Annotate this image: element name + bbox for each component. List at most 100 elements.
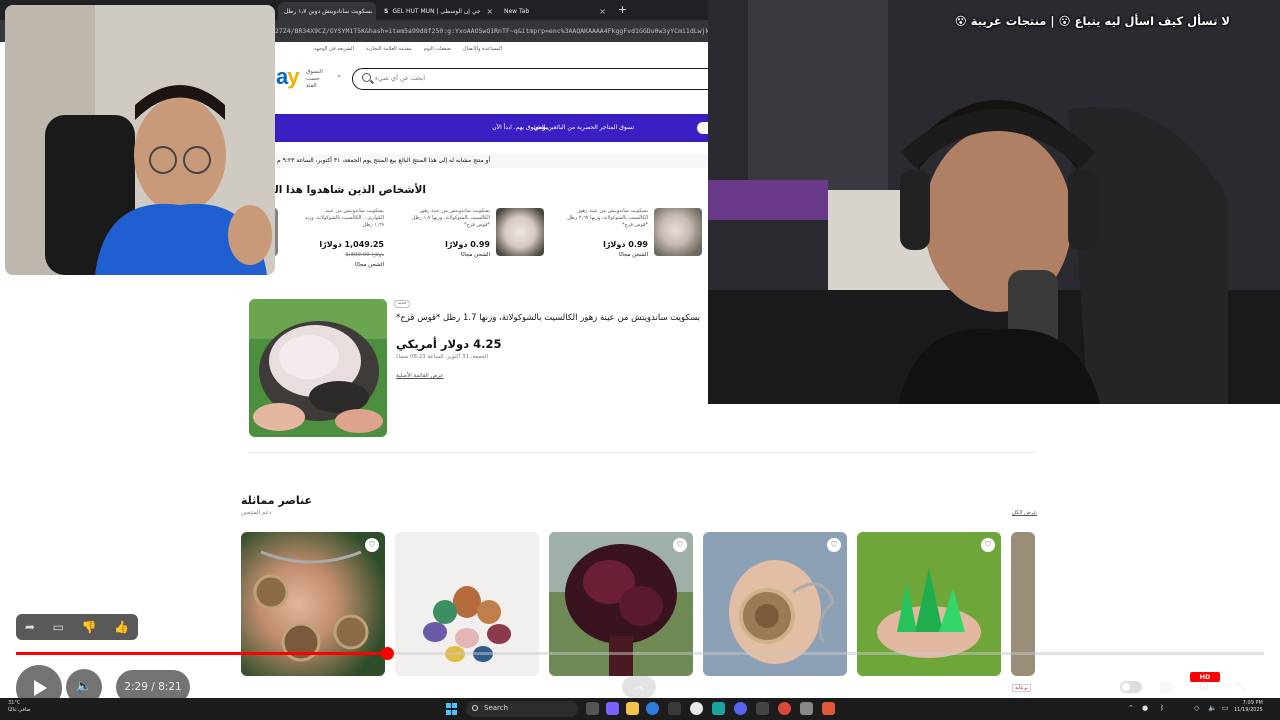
heart-icon[interactable]: ♡ — [981, 538, 995, 552]
search-placeholder: ابحث عن أي شيء — [375, 74, 426, 82]
sponsored-label: برعاية — [1012, 684, 1031, 692]
app-icon[interactable] — [712, 702, 725, 715]
weather-widget[interactable]: 31°C صافي غالبًا — [8, 700, 31, 714]
video-title-overlay: لا تسأل كيف اسأل ليه يتباع 😮 | منتجات غر… — [954, 14, 1230, 28]
scrubber-handle[interactable] — [381, 647, 394, 660]
streamer-right-video — [708, 0, 1280, 404]
weather-temp: 31°C — [8, 700, 21, 706]
tab-label: New Tab — [504, 7, 530, 15]
webcam-left — [5, 5, 275, 275]
rec-title: بسكويت ساندويتش من عينة الكوارتز... الكا… — [304, 208, 384, 228]
see-all-link[interactable]: عرض الكل — [1012, 510, 1037, 516]
screen: بسكويت سانادويتش دوبن ١٫٧ رطل × S GEL HU… — [0, 0, 1280, 720]
search-input[interactable]: ابحث عن أي شيء — [352, 68, 722, 90]
battery-icon[interactable]: ▭ — [1222, 704, 1229, 712]
rec-old-price: 1,399.00 دولارًا — [345, 252, 384, 258]
rec-price: 0.99 دولارًا — [603, 240, 648, 249]
streamer-left-video — [5, 5, 275, 275]
recommendation-card[interactable]: بسكويت ساندويتش من عينة زهور الكالسيت با… — [398, 208, 548, 272]
tab-new-tab[interactable]: New Tab × — [498, 2, 612, 20]
bluetooth-icon[interactable]: ᛒ — [1160, 704, 1164, 712]
heart-icon[interactable]: ♡ — [827, 538, 841, 552]
store-icon[interactable] — [668, 702, 681, 715]
edge-icon[interactable] — [646, 702, 659, 715]
new-tab-button[interactable]: + — [618, 3, 627, 16]
task-view-icon[interactable] — [586, 702, 599, 715]
logo-letter: y — [287, 64, 299, 89]
item-title[interactable]: بسكويت ساندويتش من عينة زهور الكالسيت با… — [396, 313, 700, 323]
file-explorer-icon[interactable] — [626, 702, 639, 715]
tray-app-icon[interactable]: ● — [1142, 704, 1148, 712]
weather-desc: صافي غالبًا — [8, 707, 31, 713]
brave-icon[interactable] — [822, 702, 835, 715]
rec-title: بسكويت ساندويتش من عينة زهور الكالسيت با… — [567, 208, 648, 228]
copilot-icon[interactable] — [606, 702, 619, 715]
fullscreen-icon[interactable]: ⤡ — [1236, 680, 1246, 695]
tab-ebay-item[interactable]: بسكويت سانادويتش دوبن ١٫٧ رطل × — [278, 2, 376, 20]
rec-shipping: الشحن مجانًا — [461, 252, 490, 258]
close-icon[interactable]: × — [599, 7, 606, 16]
crystal-photo — [249, 299, 387, 437]
close-icon[interactable]: × — [487, 7, 494, 16]
category-label: التسوق حسب الفئة — [306, 69, 323, 89]
comment-icon[interactable]: ▭ — [53, 620, 64, 634]
network-icon[interactable]: ◇ — [1194, 704, 1199, 712]
settings-gear-icon[interactable]: ⚙ — [1198, 680, 1210, 695]
promo-text: تسوق المتاجر الحصرية من البائعين الموثوق… — [492, 124, 634, 131]
rec-title: بسكويت ساندويتش من عينة زهور الكالسيت با… — [411, 208, 490, 228]
item-end-date: الجمعة، 31 أكتوبر، الساعة 08:23 مساءً — [396, 354, 489, 360]
dislike-icon[interactable]: 👎 — [82, 620, 97, 634]
heart-icon[interactable]: ♡ — [673, 538, 687, 552]
share-icon[interactable]: ➦ — [25, 620, 35, 634]
progress-fill — [16, 652, 387, 655]
chevron-down-icon: ⌄ — [336, 71, 342, 79]
taskbar-clock[interactable]: 7:09 PM 11/19/2025 — [1234, 700, 1263, 714]
recommendation-card[interactable]: بسكويت ساندويتش من عينة زهور الكالسيت با… — [556, 208, 706, 272]
tab-label: GEL HUT MUN | جي إن الوسطى — [392, 7, 481, 15]
ebay-logo[interactable]: ay — [276, 64, 300, 90]
url-text[interactable]: 27Z4/BR34X9CZ/GYSYM1T5K&hash=item5a99d8f… — [275, 24, 712, 38]
similar-items-subtitle: دعم المنتجين — [241, 510, 272, 516]
view-original-listing-link[interactable]: عرض القائمة الأصلية — [396, 373, 444, 379]
speaker-icon[interactable]: 🔈 — [1208, 704, 1217, 712]
nav-link[interactable]: صفقات اليوم — [424, 46, 451, 58]
windows-start-icon[interactable] — [446, 703, 458, 715]
discord-icon[interactable] — [734, 702, 747, 715]
rec-shipping: الشحن مجانًا — [619, 252, 648, 258]
subtitles-icon[interactable]: ▤ — [1160, 680, 1172, 695]
like-icon[interactable]: 👍 — [114, 620, 129, 634]
rec-price: 1,049.25 دولارًا — [319, 240, 384, 249]
chrome-icon[interactable] — [690, 702, 703, 715]
product-image[interactable] — [249, 299, 387, 437]
tab-gel-hut[interactable]: S GEL HUT MUN | جي إن الوسطى × — [378, 2, 494, 20]
item-price: 4.25 دولار أمريكي — [396, 337, 502, 351]
reaction-bar: ➦ ▭ 👎 👍 — [16, 614, 138, 640]
windows-taskbar — [0, 698, 1280, 720]
chevron-up-icon[interactable]: ︿ — [622, 676, 656, 698]
terminal-icon[interactable] — [756, 702, 769, 715]
clock-date: 11/19/2025 — [1234, 707, 1263, 713]
app-icon[interactable] — [800, 702, 813, 715]
tab-favicon-s: S — [384, 7, 389, 15]
rec-shipping: الشحن مجانًا — [355, 262, 384, 268]
clock-time: 7:09 PM — [1242, 700, 1263, 706]
nav-link[interactable]: المساعدة والاتصال — [463, 46, 502, 58]
similar-items-title: عناصر مماثلة — [241, 494, 313, 507]
item-notice: أو منتج مشابه له إلى هذا المنتج البائع ب… — [275, 154, 712, 168]
tray-chevron-icon[interactable]: ⌃ — [1128, 704, 1134, 712]
logo-letter: a — [276, 64, 288, 89]
nav-link[interactable]: مقدمة العلامة التجارية — [366, 46, 412, 58]
chrome-alt-icon[interactable] — [778, 702, 791, 715]
autoplay-toggle[interactable] — [1120, 681, 1142, 693]
nav-link[interactable]: الشريعة في الوجهة — [314, 46, 354, 58]
category-dropdown[interactable]: التسوق حسب الفئة ⌄ — [306, 69, 342, 90]
ebay-top-nav: المساعدة والاتصال صفقات اليوم مقدمة العل… — [282, 46, 712, 58]
section-divider — [249, 452, 1034, 453]
promo-banner[interactable]: يوش تسوق المتاجر الحصرية من البائعين الم… — [275, 114, 717, 142]
heart-icon[interactable]: ♡ — [365, 538, 379, 552]
search-icon — [362, 73, 371, 82]
taskbar-search[interactable]: Search — [466, 701, 578, 717]
product-thumbnail — [496, 208, 544, 256]
product-thumbnail — [654, 208, 702, 256]
rec-price: 0.99 دولارًا — [445, 240, 490, 249]
